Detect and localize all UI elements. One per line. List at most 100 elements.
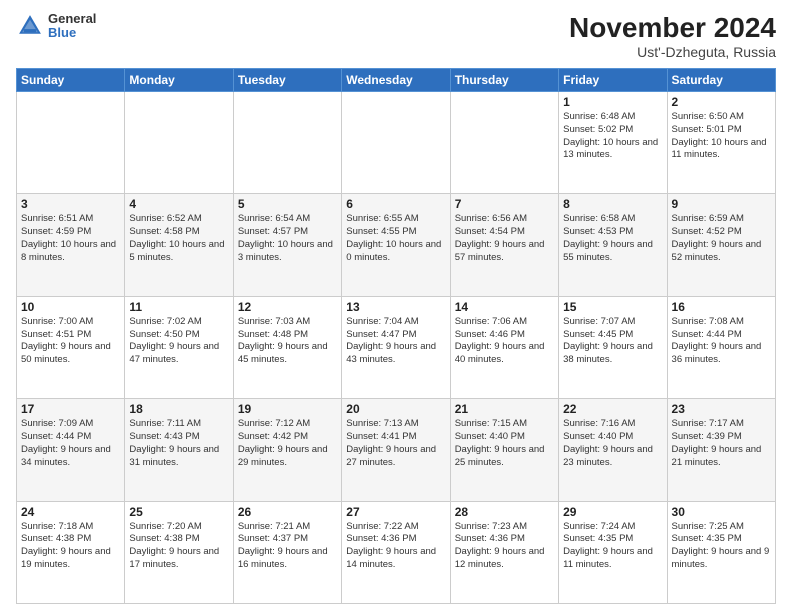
page-title: November 2024	[569, 12, 776, 44]
calendar-cell: 24 Sunrise: 7:18 AM Sunset: 4:38 PM Dayli…	[17, 501, 125, 603]
day-number: 24	[21, 505, 120, 519]
calendar-cell: 5Sunrise: 6:54 AM Sunset: 4:57 PM Daylig…	[233, 194, 341, 296]
logo: General Blue	[16, 12, 96, 41]
day-info: Sunrise: 7:07 AM Sunset: 4:45 PM Dayligh…	[563, 316, 662, 367]
day-info: Sunrise: 7:25 AM Sunset: 4:35 PM Dayligh…	[672, 521, 771, 572]
calendar-cell: 23 Sunrise: 7:17 AM Sunset: 4:39 PM Dayli…	[667, 399, 775, 501]
day-number: 22	[563, 402, 662, 416]
day-info: Sunrise: 7:00 AM Sunset: 4:51 PM Dayligh…	[21, 316, 120, 367]
day-number: 5	[238, 197, 337, 211]
logo-text: General Blue	[48, 12, 96, 41]
calendar-cell: 17Sunrise: 7:09 AM Sunset: 4:44 PM Dayli…	[17, 399, 125, 501]
day-info: Sunrise: 7:24 AM Sunset: 4:35 PM Dayligh…	[563, 521, 662, 572]
day-info: Sunrise: 7:17 AM Sunset: 4:39 PM Dayligh…	[672, 418, 771, 469]
calendar-cell: 10Sunrise: 7:00 AM Sunset: 4:51 PM Dayli…	[17, 296, 125, 398]
calendar-header-sunday: Sunday	[17, 69, 125, 92]
calendar-cell	[342, 92, 450, 194]
logo-blue: Blue	[48, 26, 96, 40]
day-number: 21	[455, 402, 554, 416]
calendar-cell: 21 Sunrise: 7:15 AM Sunset: 4:40 PM Dayli…	[450, 399, 558, 501]
calendar-cell: 29Sunrise: 7:24 AM Sunset: 4:35 PM Dayli…	[559, 501, 667, 603]
day-number: 2	[672, 95, 771, 109]
calendar-cell: 18Sunrise: 7:11 AM Sunset: 4:43 PM Dayli…	[125, 399, 233, 501]
calendar-cell	[125, 92, 233, 194]
calendar-cell: 19Sunrise: 7:12 AM Sunset: 4:42 PM Dayli…	[233, 399, 341, 501]
calendar-cell: 27Sunrise: 7:22 AM Sunset: 4:36 PM Dayli…	[342, 501, 450, 603]
day-info: Sunrise: 7:04 AM Sunset: 4:47 PM Dayligh…	[346, 316, 445, 367]
day-info: Sunrise: 7:02 AM Sunset: 4:50 PM Dayligh…	[129, 316, 228, 367]
calendar-table: SundayMondayTuesdayWednesdayThursdayFrid…	[16, 68, 776, 604]
title-block: November 2024 Ust'-Dzheguta, Russia	[569, 12, 776, 60]
day-number: 12	[238, 300, 337, 314]
day-number: 4	[129, 197, 228, 211]
calendar-cell	[17, 92, 125, 194]
day-number: 25	[129, 505, 228, 519]
calendar-header-thursday: Thursday	[450, 69, 558, 92]
day-number: 30	[672, 505, 771, 519]
calendar-week-1: 3Sunrise: 6:51 AM Sunset: 4:59 PM Daylig…	[17, 194, 776, 296]
day-number: 7	[455, 197, 554, 211]
calendar-header-row: SundayMondayTuesdayWednesdayThursdayFrid…	[17, 69, 776, 92]
day-number: 15	[563, 300, 662, 314]
page: General Blue November 2024 Ust'-Dzheguta…	[0, 0, 792, 612]
calendar-cell: 8 Sunrise: 6:58 AM Sunset: 4:53 PM Daylig…	[559, 194, 667, 296]
header: General Blue November 2024 Ust'-Dzheguta…	[16, 12, 776, 60]
logo-general: General	[48, 12, 96, 26]
calendar-header-friday: Friday	[559, 69, 667, 92]
day-info: Sunrise: 7:23 AM Sunset: 4:36 PM Dayligh…	[455, 521, 554, 572]
page-subtitle: Ust'-Dzheguta, Russia	[569, 44, 776, 60]
day-info: Sunrise: 7:12 AM Sunset: 4:42 PM Dayligh…	[238, 418, 337, 469]
day-info: Sunrise: 7:16 AM Sunset: 4:40 PM Dayligh…	[563, 418, 662, 469]
day-info: Sunrise: 7:13 AM Sunset: 4:41 PM Dayligh…	[346, 418, 445, 469]
logo-icon	[16, 12, 44, 40]
calendar-cell: 30 Sunrise: 7:25 AM Sunset: 4:35 PM Dayli…	[667, 501, 775, 603]
calendar-header-saturday: Saturday	[667, 69, 775, 92]
day-number: 18	[129, 402, 228, 416]
day-number: 16	[672, 300, 771, 314]
day-number: 28	[455, 505, 554, 519]
day-info: Sunrise: 6:55 AM Sunset: 4:55 PM Dayligh…	[346, 213, 445, 264]
day-info: Sunrise: 6:59 AM Sunset: 4:52 PM Dayligh…	[672, 213, 771, 264]
day-info: Sunrise: 6:58 AM Sunset: 4:53 PM Dayligh…	[563, 213, 662, 264]
calendar-header-wednesday: Wednesday	[342, 69, 450, 92]
calendar-cell: 13Sunrise: 7:04 AM Sunset: 4:47 PM Dayli…	[342, 296, 450, 398]
calendar-cell: 28 Sunrise: 7:23 AM Sunset: 4:36 PM Dayli…	[450, 501, 558, 603]
day-info: Sunrise: 7:06 AM Sunset: 4:46 PM Dayligh…	[455, 316, 554, 367]
calendar-cell: 12 Sunrise: 7:03 AM Sunset: 4:48 PM Dayli…	[233, 296, 341, 398]
calendar-cell: 15 Sunrise: 7:07 AM Sunset: 4:45 PM Dayli…	[559, 296, 667, 398]
calendar-cell: 11 Sunrise: 7:02 AM Sunset: 4:50 PM Dayli…	[125, 296, 233, 398]
day-info: Sunrise: 7:18 AM Sunset: 4:38 PM Dayligh…	[21, 521, 120, 572]
calendar-cell: 22 Sunrise: 7:16 AM Sunset: 4:40 PM Dayli…	[559, 399, 667, 501]
calendar-week-0: 1Sunrise: 6:48 AM Sunset: 5:02 PM Daylig…	[17, 92, 776, 194]
day-info: Sunrise: 7:21 AM Sunset: 4:37 PM Dayligh…	[238, 521, 337, 572]
day-number: 17	[21, 402, 120, 416]
calendar-cell: 9 Sunrise: 6:59 AM Sunset: 4:52 PM Daylig…	[667, 194, 775, 296]
day-info: Sunrise: 6:50 AM Sunset: 5:01 PM Dayligh…	[672, 111, 771, 162]
day-info: Sunrise: 7:03 AM Sunset: 4:48 PM Dayligh…	[238, 316, 337, 367]
calendar-cell: 20 Sunrise: 7:13 AM Sunset: 4:41 PM Dayli…	[342, 399, 450, 501]
calendar-cell: 2 Sunrise: 6:50 AM Sunset: 5:01 PM Daylig…	[667, 92, 775, 194]
day-info: Sunrise: 6:48 AM Sunset: 5:02 PM Dayligh…	[563, 111, 662, 162]
calendar-week-3: 17Sunrise: 7:09 AM Sunset: 4:44 PM Dayli…	[17, 399, 776, 501]
calendar-header-monday: Monday	[125, 69, 233, 92]
calendar-cell: 16Sunrise: 7:08 AM Sunset: 4:44 PM Dayli…	[667, 296, 775, 398]
day-number: 11	[129, 300, 228, 314]
day-number: 23	[672, 402, 771, 416]
day-number: 20	[346, 402, 445, 416]
calendar-cell: 3Sunrise: 6:51 AM Sunset: 4:59 PM Daylig…	[17, 194, 125, 296]
day-number: 6	[346, 197, 445, 211]
calendar-week-4: 24 Sunrise: 7:18 AM Sunset: 4:38 PM Dayli…	[17, 501, 776, 603]
day-info: Sunrise: 7:15 AM Sunset: 4:40 PM Dayligh…	[455, 418, 554, 469]
day-info: Sunrise: 7:22 AM Sunset: 4:36 PM Dayligh…	[346, 521, 445, 572]
day-info: Sunrise: 6:56 AM Sunset: 4:54 PM Dayligh…	[455, 213, 554, 264]
day-number: 9	[672, 197, 771, 211]
day-info: Sunrise: 6:51 AM Sunset: 4:59 PM Dayligh…	[21, 213, 120, 264]
calendar-cell: 7 Sunrise: 6:56 AM Sunset: 4:54 PM Daylig…	[450, 194, 558, 296]
day-number: 8	[563, 197, 662, 211]
calendar-cell: 6 Sunrise: 6:55 AM Sunset: 4:55 PM Daylig…	[342, 194, 450, 296]
day-info: Sunrise: 7:20 AM Sunset: 4:38 PM Dayligh…	[129, 521, 228, 572]
calendar-cell	[233, 92, 341, 194]
calendar-cell	[450, 92, 558, 194]
calendar-cell: 4Sunrise: 6:52 AM Sunset: 4:58 PM Daylig…	[125, 194, 233, 296]
calendar-cell: 1Sunrise: 6:48 AM Sunset: 5:02 PM Daylig…	[559, 92, 667, 194]
